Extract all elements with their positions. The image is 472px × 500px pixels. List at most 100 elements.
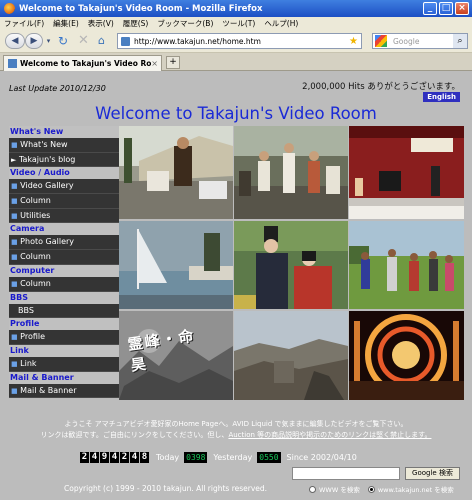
sidebar-item-computer-column[interactable]: ■ Column bbox=[9, 276, 119, 292]
photo-misty-mountain[interactable]: 霊峰・命昊 bbox=[119, 311, 233, 400]
sidebar-heading-bbs[interactable]: BBS bbox=[9, 291, 119, 304]
bullet-icon: ■ bbox=[11, 238, 18, 247]
bookmark-star-icon[interactable]: ★ bbox=[349, 36, 358, 47]
yesterday-label: Yesterday bbox=[213, 452, 253, 462]
sidebar-item-photo-gallery[interactable]: ■ Photo Gallery bbox=[9, 235, 119, 251]
google-engine-icon[interactable] bbox=[375, 35, 387, 47]
tab-label[interactable]: Welcome to Takajun's Video Room bbox=[20, 59, 151, 68]
new-tab-button[interactable]: + bbox=[166, 56, 180, 69]
sidebar-item-label[interactable]: Column bbox=[20, 279, 51, 288]
google-search-input[interactable] bbox=[292, 467, 400, 480]
copyright-notice: Copyright (c) 1999 - 2010 takajun. All r… bbox=[64, 484, 268, 493]
photo-heian-costume[interactable] bbox=[234, 221, 348, 309]
intro-link-policy: リンクは歓迎です。ご自由にリンクをしてください。但し、 bbox=[40, 431, 229, 439]
reload-icon[interactable]: ↻ bbox=[58, 34, 68, 48]
bullet-icon: ■ bbox=[11, 359, 18, 368]
close-button[interactable]: × bbox=[455, 2, 469, 15]
bullet-icon: ■ bbox=[11, 386, 18, 395]
history-dropdown-button[interactable]: ▾ bbox=[44, 35, 53, 47]
last-update: Last Update 2010/12/30 bbox=[9, 84, 106, 93]
photo-night-illumination[interactable] bbox=[349, 311, 464, 400]
bullet-icon: ■ bbox=[11, 182, 18, 191]
photo-harbor-sailboat[interactable] bbox=[119, 221, 233, 309]
bullet-icon: ■ bbox=[11, 211, 18, 220]
menu-history[interactable]: 履歴(S) bbox=[123, 18, 149, 29]
minimize-button[interactable]: _ bbox=[423, 2, 437, 15]
auction-warning: Auction 等の商品説明や掲示のためのリンクは堅く禁止します。 bbox=[228, 431, 432, 439]
forward-arrow-icon: ▶ bbox=[30, 36, 38, 46]
url-bar[interactable]: http://www.takajun.net/home.htm ★ bbox=[117, 33, 362, 49]
sidebar-heading-mail-banner[interactable]: Mail & Banner bbox=[9, 371, 119, 384]
sidebar-heading-camera[interactable]: Camera bbox=[9, 223, 119, 236]
browser-search-box[interactable]: Google ⌕ bbox=[372, 33, 468, 49]
radio-search-site[interactable] bbox=[367, 485, 375, 493]
sidebar-item-mail-banner[interactable]: ■ Mail & Banner bbox=[9, 383, 119, 399]
today-counter: 0398 bbox=[184, 451, 208, 463]
english-link[interactable]: English bbox=[423, 92, 460, 102]
tab-active[interactable]: Welcome to Takajun's Video Room × bbox=[3, 55, 162, 71]
menu-tools[interactable]: ツール(T) bbox=[222, 18, 255, 29]
sidebar-item-label[interactable]: Column bbox=[20, 196, 51, 205]
photo-rock-landscape[interactable] bbox=[234, 311, 348, 400]
counter-digit: 4 bbox=[130, 451, 139, 463]
menu-edit[interactable]: 編集(E) bbox=[53, 18, 79, 29]
sidebar-item-label[interactable]: What's New bbox=[20, 140, 67, 149]
sidebar-item-label[interactable]: Column bbox=[20, 252, 51, 261]
photo-street-cart[interactable] bbox=[119, 126, 233, 219]
sidebar-item-label[interactable]: Link bbox=[20, 359, 36, 368]
sidebar-item-label[interactable]: BBS bbox=[18, 306, 34, 315]
sidebar-item-camera-column[interactable]: ■ Column bbox=[9, 250, 119, 265]
sidebar-heading-link[interactable]: Link bbox=[9, 344, 119, 357]
radio-search-web-label[interactable]: WWW を検索 bbox=[319, 484, 360, 494]
photo-children-field[interactable] bbox=[349, 221, 464, 309]
sidebar-item-label[interactable]: Utilities bbox=[20, 211, 50, 220]
google-search-button[interactable]: Google 検索 bbox=[405, 467, 460, 480]
window-titlebar: Welcome to Takajun's Video Room - Mozill… bbox=[0, 0, 472, 17]
radio-search-web[interactable] bbox=[309, 485, 316, 493]
sidebar-item-video-column[interactable]: ■ Column bbox=[9, 194, 119, 209]
forward-button[interactable]: ▶ bbox=[25, 33, 43, 49]
tab-favicon-icon bbox=[8, 59, 17, 68]
sidebar-item-bbs[interactable]: BBS bbox=[9, 303, 119, 319]
sidebar-item-blog[interactable]: ► Takajun's blog bbox=[9, 152, 119, 168]
intro-line-1: ようこそ アマチュアビデオ愛好家のHome Pageへ。AVID Liquid … bbox=[64, 420, 408, 428]
bullet-icon: ■ bbox=[11, 141, 18, 149]
photo-festival-parade[interactable] bbox=[234, 126, 348, 219]
menu-view[interactable]: 表示(V) bbox=[88, 18, 114, 29]
menu-help[interactable]: ヘルプ(H) bbox=[264, 18, 298, 29]
sidebar-item-label[interactable]: Mail & Banner bbox=[20, 386, 76, 395]
sidebar-item-video-gallery[interactable]: ■ Video Gallery bbox=[9, 179, 119, 195]
bullet-icon: ■ bbox=[11, 197, 18, 206]
search-placeholder[interactable]: Google bbox=[393, 37, 453, 46]
search-icon[interactable]: ⌕ bbox=[453, 34, 467, 48]
sidebar-item-label[interactable]: Video Gallery bbox=[20, 181, 73, 190]
window-title: Welcome to Takajun's Video Room - Mozill… bbox=[19, 3, 263, 14]
back-button[interactable]: ◀ bbox=[5, 33, 25, 49]
sidebar-item-profile[interactable]: ■ Profile bbox=[9, 330, 119, 345]
stop-icon[interactable]: ✕ bbox=[78, 33, 89, 48]
menu-file[interactable]: ファイル(F) bbox=[4, 18, 44, 29]
maximize-button[interactable]: □ bbox=[439, 2, 453, 15]
sidebar-heading-profile[interactable]: Profile bbox=[9, 318, 119, 331]
home-icon[interactable]: ⌂ bbox=[98, 34, 105, 47]
radio-search-site-label[interactable]: www.takajun.net を検索 bbox=[378, 484, 454, 494]
sidebar-heading-video-audio[interactable]: Video / Audio bbox=[9, 167, 119, 180]
page-title: Welcome to Takajun's Video Room bbox=[95, 104, 377, 123]
sidebar-item-label[interactable]: Photo Gallery bbox=[20, 237, 74, 246]
sidebar-item-link[interactable]: ■ Link bbox=[9, 356, 119, 372]
url-text[interactable]: http://www.takajun.net/home.htm bbox=[134, 37, 349, 46]
firefox-icon bbox=[4, 3, 15, 14]
total-counter: 2494248 bbox=[80, 451, 150, 463]
sidebar-heading-computer[interactable]: Computer bbox=[9, 264, 119, 277]
sidebar-item-label[interactable]: Takajun's blog bbox=[19, 155, 75, 164]
tab-close-icon[interactable]: × bbox=[151, 59, 158, 68]
intro-text: ようこそ アマチュアビデオ愛好家のHome Pageへ。AVID Liquid … bbox=[0, 419, 472, 441]
sidebar-item-whats-new[interactable]: ■ What's New bbox=[9, 138, 119, 153]
sidebar-item-label[interactable]: Profile bbox=[20, 332, 45, 341]
counter-digit: 4 bbox=[90, 451, 99, 463]
sidebar-heading-whats-new[interactable]: What's New bbox=[9, 126, 119, 138]
counter-digit: 4 bbox=[110, 451, 119, 463]
photo-stage-concert[interactable] bbox=[349, 126, 464, 219]
menu-bookmarks[interactable]: ブックマーク(B) bbox=[157, 18, 213, 29]
sidebar-item-utilities[interactable]: ■ Utilities bbox=[9, 208, 119, 224]
